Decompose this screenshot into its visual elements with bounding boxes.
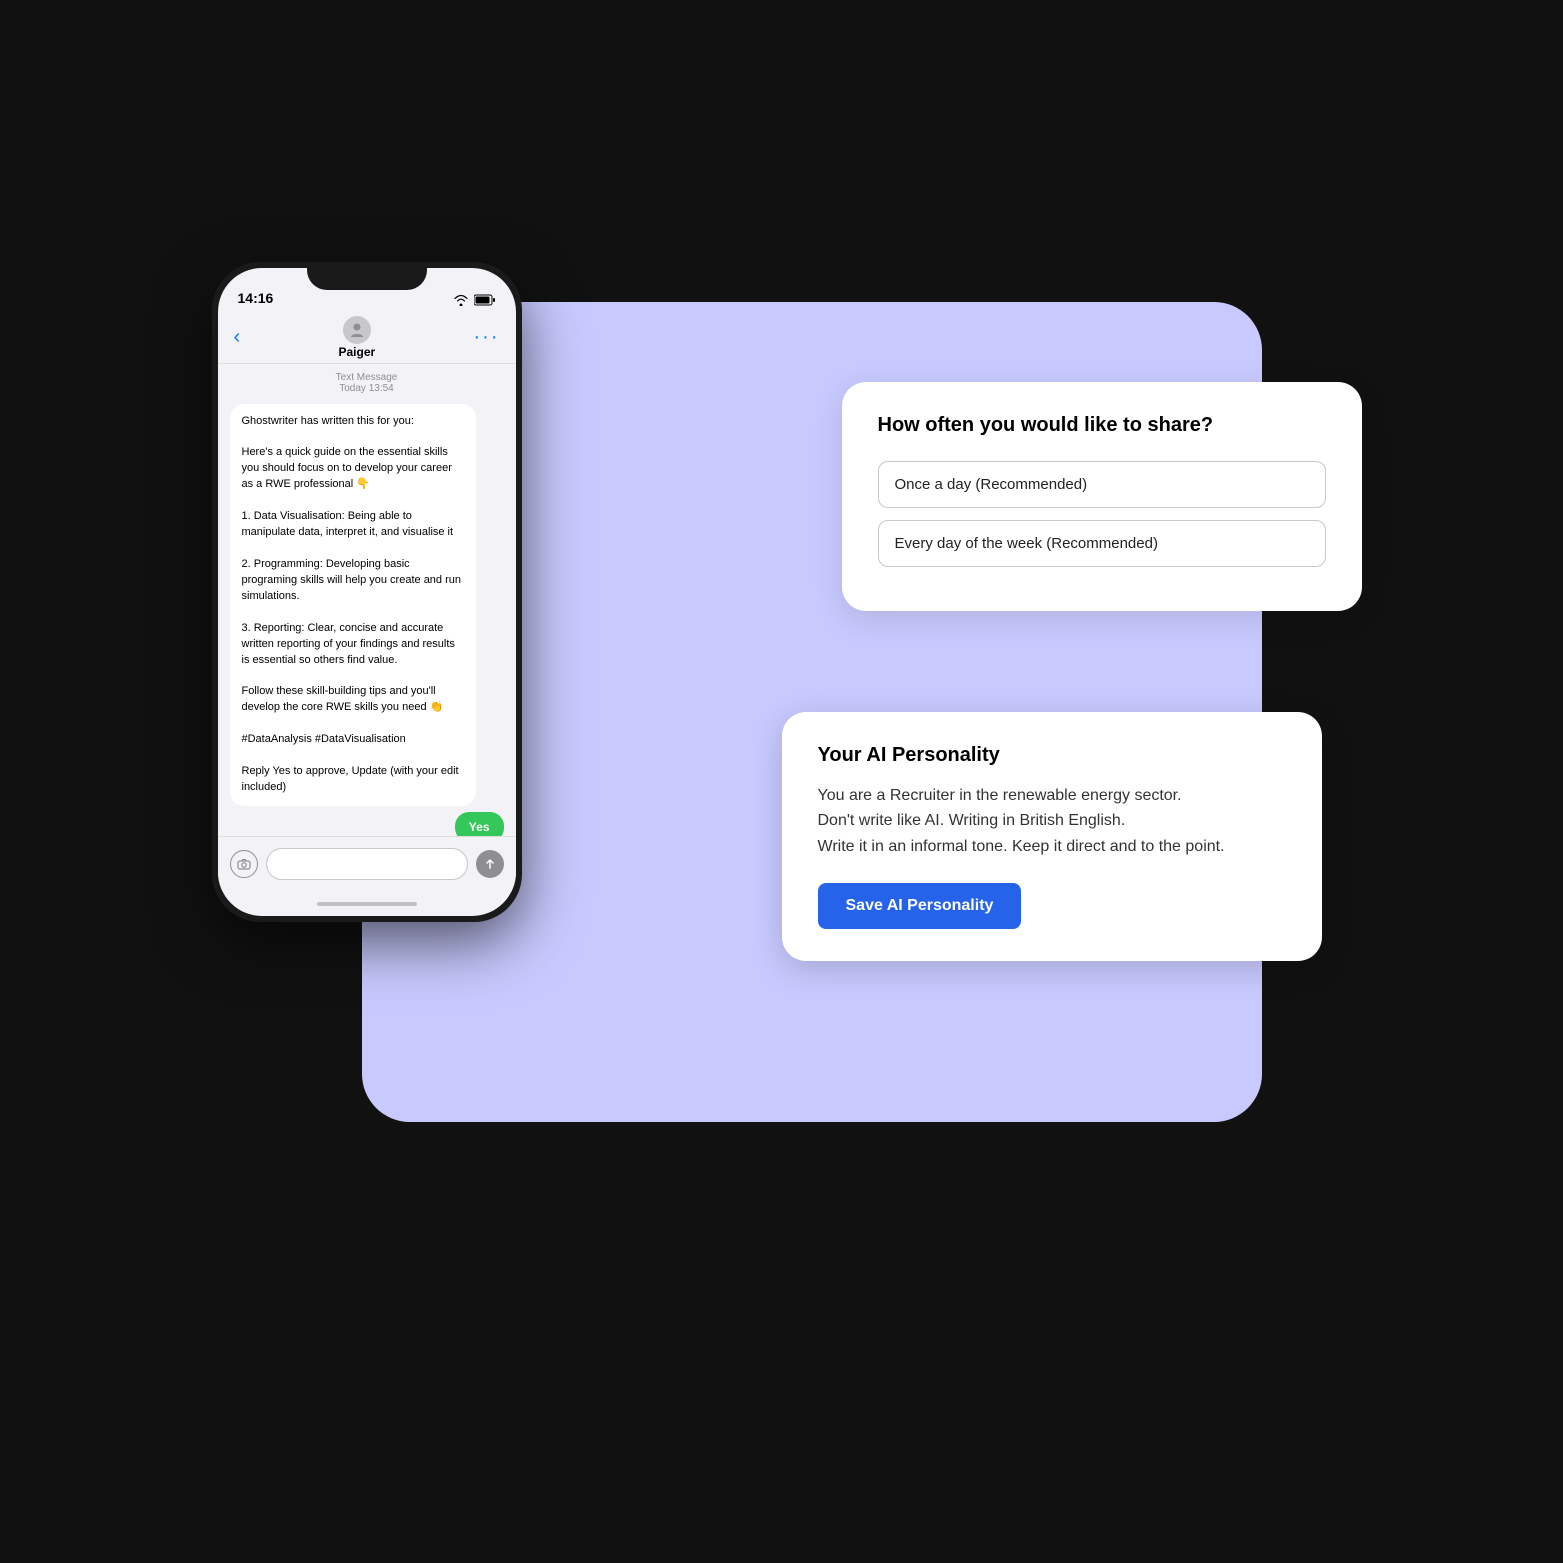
message-bubble-received: Ghostwriter has written this for you: He… <box>230 404 477 807</box>
wifi-icon <box>453 294 469 306</box>
messages-area: Text MessageToday 13:54 Ghostwriter has … <box>218 364 516 836</box>
camera-button[interactable] <box>230 850 258 878</box>
nav-back-button[interactable]: ‹ <box>234 326 241 349</box>
home-indicator <box>218 892 516 916</box>
send-button[interactable] <box>476 850 504 878</box>
personality-line1: You are a Recruiter in the renewable ene… <box>818 787 1182 804</box>
phone-mockup: 14:16 ‹ <box>212 262 522 922</box>
message-timestamp: Text MessageToday 13:54 <box>230 372 504 394</box>
nav-contact: Paiger <box>339 316 376 359</box>
personality-card-title: Your AI Personality <box>818 744 1286 767</box>
camera-icon <box>237 858 251 870</box>
save-ai-personality-button[interactable]: Save AI Personality <box>818 883 1022 929</box>
message-input[interactable] <box>266 848 468 880</box>
contact-name: Paiger <box>339 345 376 359</box>
share-card-title: How often you would like to share? <box>878 414 1326 437</box>
person-icon <box>349 322 365 338</box>
status-icons <box>453 294 496 306</box>
personality-line3: Write it in an informal tone. Keep it di… <box>818 838 1225 855</box>
personality-line2: Don't write like AI. Writing in British … <box>818 812 1126 829</box>
message-input-bar <box>218 836 516 892</box>
share-frequency-card: How often you would like to share? Once … <box>842 382 1362 611</box>
phone-nav-bar: ‹ Paiger ··· <box>218 312 516 364</box>
battery-icon <box>474 294 496 306</box>
more-options-button[interactable]: ··· <box>474 326 500 349</box>
message-bubble-sent: Yes <box>455 812 504 836</box>
share-option-daily[interactable]: Once a day (Recommended) <box>878 461 1326 508</box>
status-time: 14:16 <box>238 290 274 306</box>
avatar <box>343 316 371 344</box>
send-icon <box>484 858 496 870</box>
ai-personality-card: Your AI Personality You are a Recruiter … <box>782 712 1322 962</box>
home-bar <box>317 902 417 906</box>
share-option-weekly[interactable]: Every day of the week (Recommended) <box>878 520 1326 567</box>
phone-notch <box>307 262 427 290</box>
personality-text: You are a Recruiter in the renewable ene… <box>818 783 1286 860</box>
